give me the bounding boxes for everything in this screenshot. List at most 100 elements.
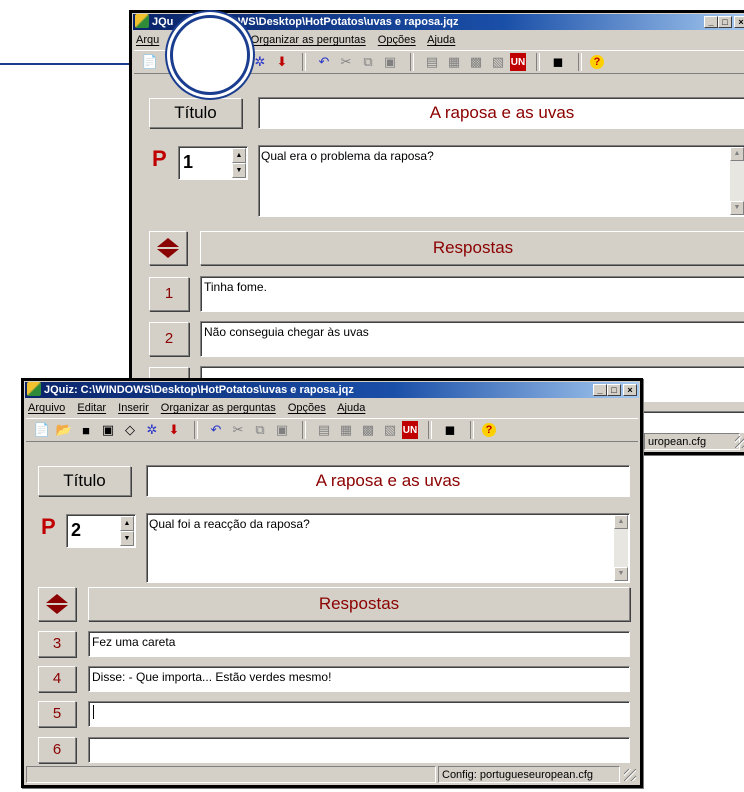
scroll-up-icon[interactable]: ▲: [730, 147, 744, 161]
answer-field[interactable]: Não conseguia chegar às uvas: [200, 321, 744, 357]
resize-grip-icon[interactable]: [624, 769, 636, 781]
copy-icon[interactable]: ⧉: [250, 421, 270, 439]
sort-answers-button[interactable]: [38, 587, 76, 621]
menu-opcoes[interactable]: Opções: [288, 402, 326, 414]
titulo-field[interactable]: A raposa e as uvas: [146, 465, 630, 497]
menu-opcoes[interactable]: Opções: [378, 34, 416, 46]
question-spinner[interactable]: ▲ ▼: [120, 516, 134, 546]
window-title-tail: NDOWS\Desktop\HotPotatos\uvas e raposa.j…: [213, 16, 459, 28]
un-icon[interactable]: UN: [402, 421, 418, 439]
status-cell-main: [26, 766, 436, 783]
paste-icon[interactable]: ▣: [380, 53, 400, 71]
undo-icon[interactable]: ↶: [206, 421, 226, 439]
answer-field[interactable]: Disse: - Que importa... Estão verdes mes…: [88, 666, 630, 692]
menu-editar[interactable]: Editar: [77, 402, 106, 414]
window-controls: _ □ ×: [704, 16, 744, 28]
scroll-up-icon[interactable]: ▲: [614, 515, 628, 529]
p-label: P: [152, 146, 167, 171]
answer-field[interactable]: Tinha fome.: [200, 276, 744, 312]
menu-arquivo[interactable]: Arquivo: [28, 402, 65, 414]
menu-inserir[interactable]: Inserir: [118, 402, 149, 414]
cut-icon[interactable]: ✂: [228, 421, 248, 439]
close-button[interactable]: ×: [734, 16, 744, 28]
text-caret: [93, 705, 94, 719]
cut-icon[interactable]: ✂: [336, 53, 356, 71]
spin-up-icon[interactable]: ▲: [232, 148, 246, 163]
delete-question-icon[interactable]: ⬇: [272, 53, 292, 71]
arrow-down-icon: [46, 605, 68, 614]
delete-question-icon[interactable]: ⬇: [164, 421, 184, 439]
spin-down-icon[interactable]: ▼: [120, 531, 134, 546]
question-text-field[interactable]: Qual era o problema da raposa? ▲ ▼: [258, 145, 744, 217]
java-icon[interactable]: ▦: [444, 53, 464, 71]
menu-organizar[interactable]: Organizar as perguntas: [161, 402, 276, 414]
answer-number[interactable]: 6: [38, 737, 76, 763]
minimize-button[interactable]: _: [704, 16, 718, 28]
spin-down-icon[interactable]: ▼: [232, 163, 246, 178]
help-icon[interactable]: ?: [482, 423, 496, 437]
minimize-button[interactable]: _: [593, 384, 607, 396]
menu-bar: Arquivo Editar Inserir Organizar as perg…: [28, 400, 636, 416]
new-file-icon[interactable]: 📄: [32, 421, 52, 439]
titulo-label: Título: [38, 466, 131, 496]
drag-drop-2-icon[interactable]: ▧: [380, 421, 400, 439]
arrow-down-icon: [157, 249, 179, 258]
save-as-icon[interactable]: ▣: [98, 421, 118, 439]
new-file-icon[interactable]: 📄: [140, 53, 160, 71]
answer-number[interactable]: 5: [38, 701, 76, 727]
close-button[interactable]: ×: [623, 384, 637, 396]
spin-up-icon[interactable]: ▲: [120, 516, 134, 531]
question-text-field[interactable]: Qual foi a reacção da raposa? ▲ ▼: [146, 513, 630, 583]
answer-number[interactable]: 4: [38, 666, 76, 692]
title-bar[interactable]: JQuiz: C:\WINDOWS\Desktop\HotPotatos\uva…: [25, 382, 639, 398]
question-text: Qual era o problema da raposa?: [261, 149, 434, 163]
resize-grip-icon[interactable]: [735, 436, 744, 448]
respostas-header: Respostas: [88, 587, 630, 621]
answer-number[interactable]: 3: [38, 631, 76, 657]
menu-ajuda[interactable]: Ajuda: [427, 34, 455, 46]
magnifier-highlight: [170, 15, 250, 95]
copy-icon[interactable]: ⧉: [358, 53, 378, 71]
shuffle-icon[interactable]: ✲: [250, 53, 270, 71]
help-icon[interactable]: ?: [590, 55, 604, 69]
status-config: uropean.cfg: [644, 433, 740, 450]
window-title-head: JQu: [152, 16, 174, 28]
answer-number[interactable]: 2: [149, 322, 189, 356]
menu-organizar[interactable]: Organizar as perguntas: [251, 34, 366, 46]
save-icon[interactable]: ■: [76, 421, 96, 439]
question-spinner[interactable]: ▲ ▼: [232, 148, 246, 178]
drag-drop-2-icon[interactable]: ▧: [488, 53, 508, 71]
drag-drop-icon[interactable]: ▩: [358, 421, 378, 439]
jquiz-app-icon: [27, 382, 41, 396]
p-label: P: [41, 514, 56, 539]
open-folder-icon[interactable]: 📂: [54, 421, 74, 439]
config-icon[interactable]: ◼: [440, 421, 460, 439]
question-text: Qual foi a reacção da raposa?: [149, 517, 310, 531]
un-icon[interactable]: UN: [510, 53, 526, 71]
menu-ajuda[interactable]: Ajuda: [337, 402, 365, 414]
answer-field-active[interactable]: [88, 701, 630, 727]
sort-answers-button[interactable]: [149, 231, 187, 265]
titulo-field[interactable]: A raposa e as uvas: [258, 97, 744, 129]
clear-icon[interactable]: ◇: [120, 421, 140, 439]
config-icon[interactable]: ◼: [548, 53, 568, 71]
question-scrollbar[interactable]: ▲ ▼: [730, 147, 744, 215]
scroll-down-icon[interactable]: ▼: [730, 201, 744, 215]
maximize-button[interactable]: □: [607, 384, 621, 396]
answer-field[interactable]: Fez uma careta: [88, 631, 630, 657]
answer-number[interactable]: 1: [149, 277, 189, 311]
paste-icon[interactable]: ▣: [272, 421, 292, 439]
java-icon[interactable]: ▦: [336, 421, 356, 439]
shuffle-icon[interactable]: ✲: [142, 421, 162, 439]
maximize-button[interactable]: □: [718, 16, 732, 28]
drag-drop-icon[interactable]: ▩: [466, 53, 486, 71]
web-page-icon[interactable]: ▤: [422, 53, 442, 71]
question-scrollbar[interactable]: ▲ ▼: [614, 515, 628, 581]
web-page-icon[interactable]: ▤: [314, 421, 334, 439]
menu-arquivo[interactable]: Arqu: [136, 34, 159, 46]
arrow-up-icon: [157, 238, 179, 247]
scroll-down-icon[interactable]: ▼: [614, 567, 628, 581]
status-bar: Config: portugueseuropean.cfg: [26, 765, 638, 783]
answer-field[interactable]: [88, 737, 630, 763]
undo-icon[interactable]: ↶: [314, 53, 334, 71]
